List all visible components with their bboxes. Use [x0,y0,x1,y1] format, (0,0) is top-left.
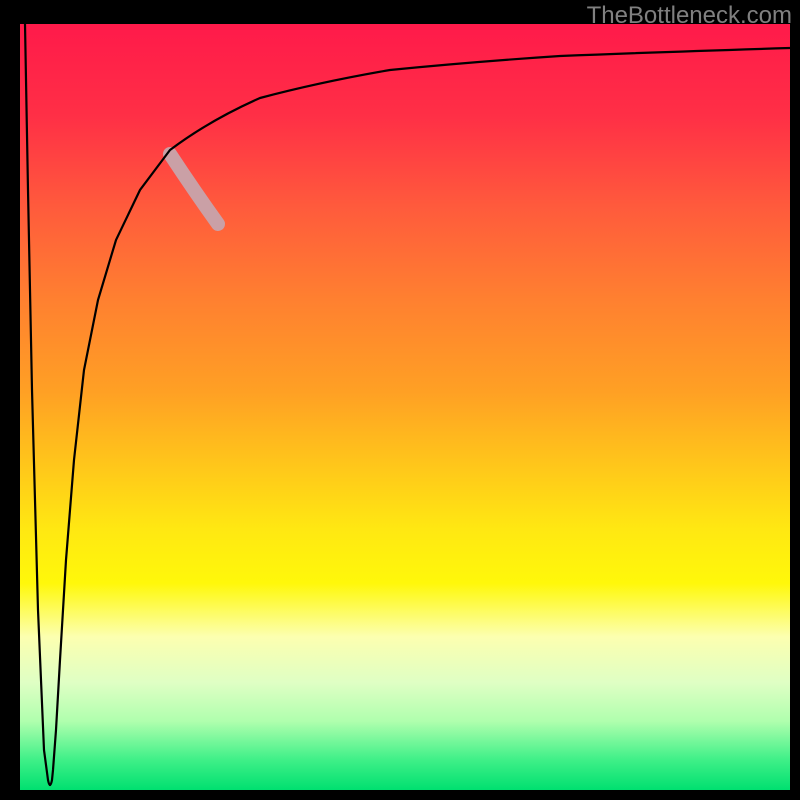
bottleneck-curve [25,24,790,785]
chart-frame: TheBottleneck.com [0,0,800,800]
highlight-segment [170,154,218,224]
watermark-text: TheBottleneck.com [587,2,792,30]
curve-svg [20,24,790,790]
